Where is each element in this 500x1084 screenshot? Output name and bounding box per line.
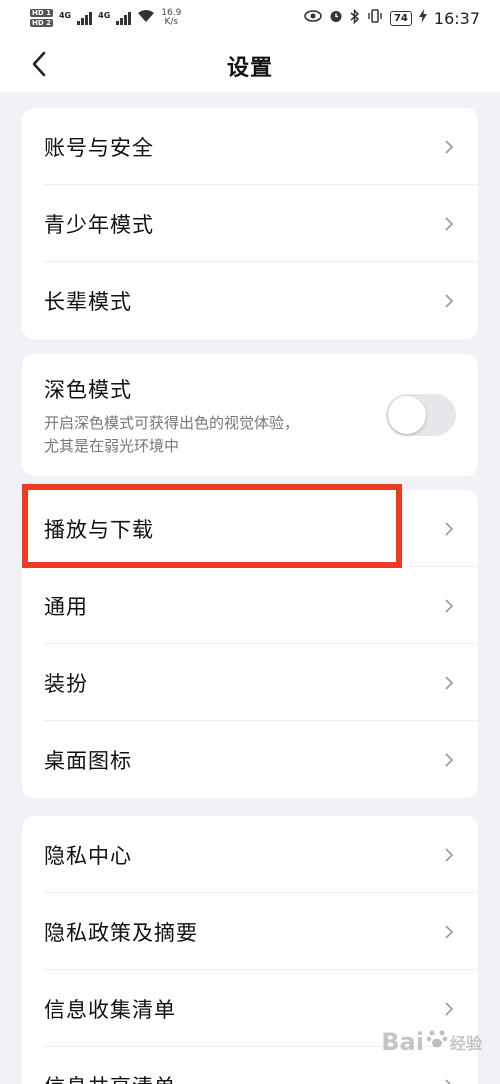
settings-item-privacy-center[interactable]: 隐私中心: [22, 816, 478, 893]
settings-item-label: 长辈模式: [44, 289, 132, 314]
chevron-right-icon: [445, 847, 454, 862]
chevron-right-icon: [445, 521, 454, 536]
settings-item-label: 通用: [44, 594, 88, 619]
toggle-knob: [388, 396, 426, 434]
settings-item-general[interactable]: 通用: [22, 567, 478, 644]
chevron-right-icon: [445, 924, 454, 939]
network-type-1: 4G: [58, 11, 72, 20]
settings-item-label: 装扮: [44, 671, 88, 696]
hd1-badge: HD 1: [30, 9, 53, 17]
settings-item-account-security[interactable]: 账号与安全: [22, 108, 478, 185]
app-header: 设置: [0, 36, 500, 92]
dark-mode-description: 开启深色模式可获得出色的视觉体验， 尤其是在弱光环境中: [44, 412, 364, 458]
signal-icon-1: [77, 11, 93, 25]
chevron-right-icon: [445, 139, 454, 154]
chevron-right-icon: [445, 675, 454, 690]
chevron-right-icon: [445, 216, 454, 231]
signal-icon-2: [116, 11, 132, 25]
status-left: HD 1 HD 2 4G 4G 16.9 K/s: [30, 9, 181, 27]
settings-item-label: 隐私中心: [44, 843, 132, 868]
charging-icon: [418, 9, 427, 27]
speed-unit: K/s: [164, 17, 179, 27]
clock: 16:37: [433, 8, 480, 28]
page-title: 设置: [226, 56, 273, 81]
paw-icon: [426, 1028, 448, 1056]
settings-group-general: 播放与下载 通用 装扮 桌面图标: [22, 490, 478, 798]
settings-item-playback-download[interactable]: 播放与下载: [22, 490, 478, 567]
settings-item-label: 隐私政策及摘要: [44, 920, 198, 945]
eye-icon: [304, 10, 322, 26]
hd-badges: HD 1 HD 2: [30, 9, 53, 27]
dark-mode-description-line2: 尤其是在弱光环境中: [44, 437, 180, 455]
settings-item-elder-mode[interactable]: 长辈模式: [22, 262, 478, 339]
dark-mode-description-line1: 开启深色模式可获得出色的视觉体验，: [44, 414, 300, 432]
hd2-badge: HD 2: [30, 19, 53, 27]
chevron-right-icon: [445, 598, 454, 613]
status-right: 74 16:37: [304, 8, 480, 28]
chevron-right-icon: [445, 1078, 452, 1084]
status-bar: HD 1 HD 2 4G 4G 16.9 K/s 74 16:37: [0, 0, 500, 36]
settings-item-label: 信息收集清单: [44, 997, 176, 1022]
settings-item-teen-mode[interactable]: 青少年模式: [22, 185, 478, 262]
settings-item-appearance[interactable]: 装扮: [22, 644, 478, 721]
settings-item-label: 播放与下载: [44, 517, 154, 542]
dark-mode-title: 深色模式: [44, 378, 132, 402]
chevron-right-icon: [445, 752, 454, 767]
wifi-icon: [137, 9, 155, 27]
baidu-watermark: Bai 经验: [381, 1028, 482, 1056]
watermark-text-left: Bai: [381, 1028, 424, 1056]
settings-item-desktop-icon[interactable]: 桌面图标: [22, 721, 478, 798]
bluetooth-icon: [350, 8, 360, 28]
network-speed: 16.9 K/s: [161, 9, 181, 27]
alarm-icon: [329, 9, 343, 27]
settings-item-label: 青少年模式: [44, 212, 154, 237]
settings-item-privacy-policy[interactable]: 隐私政策及摘要: [22, 893, 478, 970]
chevron-right-icon: [445, 1001, 454, 1016]
network-type-2: 4G: [98, 11, 111, 20]
battery-icon: 74: [389, 10, 412, 26]
settings-item-label: 账号与安全: [44, 135, 154, 160]
watermark-text-right: 经验: [449, 1034, 482, 1053]
settings-group-account: 账号与安全 青少年模式 长辈模式: [22, 108, 478, 339]
settings-group-dark-mode: 深色模式 开启深色模式可获得出色的视觉体验， 尤其是在弱光环境中: [22, 354, 478, 476]
vibrate-icon: [367, 9, 383, 27]
chevron-right-icon: [445, 293, 454, 308]
dark-mode-toggle[interactable]: [386, 394, 456, 436]
settings-item-label: 信息共享清单: [44, 1071, 176, 1084]
settings-item-label: 桌面图标: [44, 748, 132, 773]
